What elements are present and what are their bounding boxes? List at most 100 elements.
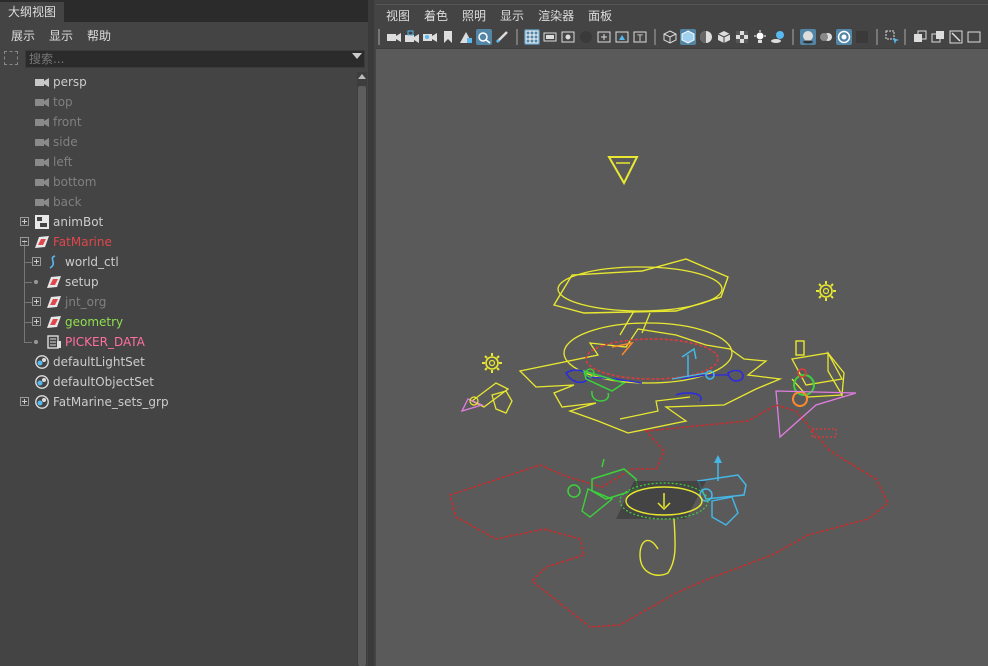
outliner-item-label: persp xyxy=(53,75,87,89)
outliner-scrollbar[interactable] xyxy=(357,72,367,666)
textured-icon[interactable] xyxy=(734,29,750,45)
film-gate-icon[interactable] xyxy=(542,29,558,45)
toolbar-overflow-icon[interactable] xyxy=(966,29,982,45)
expand-icon[interactable] xyxy=(32,317,41,326)
list-item[interactable]: PICKER_DATA xyxy=(0,332,356,352)
select-camera-icon[interactable] xyxy=(386,29,402,45)
depth-of-field-icon[interactable] xyxy=(854,29,870,45)
list-item[interactable]: defaultLightSet xyxy=(0,352,356,372)
expand-icon[interactable] xyxy=(20,217,29,226)
grease-pencil-icon[interactable] xyxy=(494,29,510,45)
list-item[interactable]: geometry xyxy=(0,312,356,332)
toe-control-left xyxy=(601,458,605,468)
viewport-scene xyxy=(449,156,889,628)
menu-show[interactable]: 显示 xyxy=(42,27,80,44)
list-item[interactable]: animBot xyxy=(0,212,356,232)
resolution-gate-icon[interactable] xyxy=(560,29,576,45)
xray-active-components-icon[interactable] xyxy=(948,29,964,45)
menu-lighting[interactable]: 照明 xyxy=(455,7,493,24)
outliner-item-label: setup xyxy=(65,275,99,289)
knee-control-right xyxy=(811,428,837,438)
anti-aliasing-icon[interactable] xyxy=(836,29,852,45)
camera-attributes-icon[interactable] xyxy=(422,29,438,45)
gate-mask-icon[interactable] xyxy=(578,29,594,45)
wireframe-icon[interactable] xyxy=(662,29,678,45)
field-chart-icon[interactable] xyxy=(596,29,612,45)
expand-icon[interactable] xyxy=(20,397,29,406)
2d-pan-zoom-icon[interactable] xyxy=(476,29,492,45)
bookmark-icon[interactable] xyxy=(440,29,456,45)
toolbar-separator xyxy=(792,29,794,45)
list-item[interactable]: side xyxy=(0,132,356,152)
ik-handle-box-right xyxy=(827,351,845,398)
outliner-item-label: top xyxy=(53,95,73,109)
list-item[interactable]: front xyxy=(0,112,356,132)
grid-icon[interactable] xyxy=(524,29,540,45)
screen-space-ao-icon[interactable] xyxy=(800,29,816,45)
menu-show[interactable]: 显示 xyxy=(493,7,531,24)
menu-panels[interactable]: 面板 xyxy=(581,7,619,24)
outliner-search-row: 搜索... xyxy=(0,48,368,70)
outliner-panel: 大纲视图 展示 显示 帮助 搜索... persp top front side… xyxy=(0,0,368,666)
outliner-item-label: PICKER_DATA xyxy=(65,335,145,349)
list-item[interactable]: bottom xyxy=(0,172,356,192)
search-input[interactable]: 搜索... xyxy=(25,50,365,68)
collapse-icon[interactable] xyxy=(20,237,29,246)
list-item[interactable]: world_ctl xyxy=(0,252,356,272)
head-control-ring xyxy=(557,266,723,312)
list-item[interactable]: persp xyxy=(0,72,356,92)
shadows-icon[interactable] xyxy=(770,29,786,45)
list-item[interactable]: jnt_org xyxy=(0,292,356,312)
list-item[interactable]: back xyxy=(0,192,356,212)
list-item[interactable]: left xyxy=(0,152,356,172)
ankle-control-left xyxy=(567,484,581,498)
set-icon xyxy=(35,355,49,369)
camera-lock-icon[interactable] xyxy=(404,29,420,45)
ik-arm-control-right xyxy=(681,347,697,377)
cog-control-ring xyxy=(585,338,719,380)
gear-icon xyxy=(816,281,836,301)
reference-icon xyxy=(47,316,61,328)
menu-shading[interactable]: 着色 xyxy=(417,7,455,24)
ik-arm-control-left xyxy=(582,369,626,392)
scroll-up-icon[interactable] xyxy=(358,74,366,79)
menu-view[interactable]: 视图 xyxy=(379,7,417,24)
body-control-curve xyxy=(518,328,783,434)
safe-action-icon[interactable] xyxy=(614,29,630,45)
xray-icon[interactable] xyxy=(912,29,928,45)
menu-renderer[interactable]: 渲染器 xyxy=(531,7,581,24)
outliner-item-label: animBot xyxy=(53,215,104,229)
expand-icon[interactable] xyxy=(32,297,41,306)
default-material-icon[interactable] xyxy=(698,29,714,45)
xray-joints-icon[interactable] xyxy=(930,29,946,45)
list-item[interactable]: defaultObjectSet xyxy=(0,372,356,392)
viewport-panel: 视图 着色 照明 显示 渲染器 面板 T xyxy=(374,0,988,666)
set-icon xyxy=(35,395,49,409)
filter-icon[interactable] xyxy=(4,51,18,65)
smooth-shade-icon[interactable] xyxy=(680,29,696,45)
toolbar-separator xyxy=(876,29,878,45)
use-all-lights-icon[interactable] xyxy=(752,29,768,45)
menu-help[interactable]: 帮助 xyxy=(80,27,118,44)
list-item[interactable]: top xyxy=(0,92,356,112)
reference-icon xyxy=(47,276,61,288)
list-item[interactable]: setup xyxy=(0,272,356,292)
scrollbar-thumb[interactable] xyxy=(358,86,366,666)
wireframe-on-shaded-icon[interactable] xyxy=(716,29,732,45)
3d-viewport[interactable] xyxy=(376,48,988,666)
hand-control-right xyxy=(727,369,744,382)
image-plane-icon[interactable] xyxy=(458,29,474,45)
hip-control xyxy=(611,341,634,356)
menu-display-show[interactable]: 展示 xyxy=(4,27,42,44)
list-item[interactable]: FatMarine_sets_grp xyxy=(0,392,356,412)
list-item[interactable]: FatMarine xyxy=(0,232,356,252)
isolate-select-icon[interactable] xyxy=(884,29,900,45)
outliner-tab[interactable]: 大纲视图 xyxy=(0,2,65,22)
motion-blur-icon[interactable] xyxy=(818,29,834,45)
viewport-menubar: 视图 着色 照明 显示 渲染器 面板 xyxy=(376,4,988,26)
arrow-up-icon xyxy=(714,455,722,463)
safe-title-icon[interactable]: T xyxy=(632,29,648,45)
outliner-item-label: defaultLightSet xyxy=(53,355,145,369)
chevron-down-icon[interactable] xyxy=(352,53,362,59)
expand-icon[interactable] xyxy=(32,257,41,266)
